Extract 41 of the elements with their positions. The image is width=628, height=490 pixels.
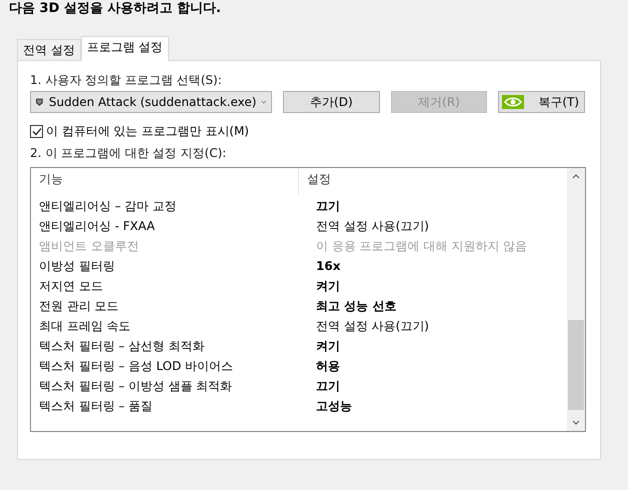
button[interactable]: 복구(T) (498, 91, 586, 113)
setting-value: 전역 설정 사용(끄기) (315, 318, 429, 334)
scroll-thumb[interactable] (568, 320, 584, 410)
chevron-up-icon[interactable] (572, 174, 580, 179)
feature-name: 이방성 필터링 (38, 258, 116, 274)
setting-value: 16x (315, 259, 340, 273)
setting-value: 끄기 (315, 378, 340, 394)
chevron-down-icon[interactable] (572, 420, 580, 425)
column-header[interactable]: 기능 (31, 168, 299, 194)
feature-name: 텍스처 필터링 – 품질 (38, 398, 154, 414)
tab[interactable]: 프로그램 설정 (80, 36, 169, 61)
feature-name: 앤티엘리어싱 - FXAA (38, 218, 156, 234)
setting-value: 켜기 (315, 278, 340, 294)
setting-value: 최고 성능 선호 (315, 298, 396, 314)
eye-logo-icon (502, 95, 524, 109)
feature-name: 텍스처 필터링 – 이방성 샘플 최적화 (38, 378, 234, 394)
checkbox-label: 이 컴퓨터에 있는 프로그램만 표시(M) (46, 122, 249, 140)
chevron-down-icon (261, 99, 267, 105)
checkbox[interactable] (30, 124, 43, 138)
setting-value: 허용 (315, 358, 340, 374)
dropdown-value: Sudden Attack (suddenattack.exe) (48, 95, 256, 109)
scrollbar[interactable] (567, 168, 585, 431)
step-label: 1. 사용자 정의할 프로그램 선택(S): (30, 72, 223, 89)
feature-name: 저지연 모드 (38, 278, 104, 294)
step-label: 2. 이 프로그램에 대한 설정 지정(C): (30, 145, 228, 162)
feature-name: 전원 관리 모드 (38, 298, 120, 314)
column-header[interactable]: 설정 (299, 168, 331, 194)
setting-value: 끄기 (315, 198, 340, 214)
feature-name: 앰비언트 오클루전 (38, 238, 140, 254)
setting-value: 전역 설정 사용(끄기) (315, 218, 429, 234)
feature-name: 최대 프레임 속도 (38, 318, 132, 334)
tab[interactable]: 전역 설정 (17, 39, 81, 60)
feature-name: 텍스처 필터링 – 삼선형 최적화 (38, 338, 206, 354)
setting-value: 고성능 (315, 398, 352, 414)
button[interactable]: 추가(D) (283, 91, 380, 113)
setting-value: 이 응용 프로그램에 대해 지원하지 않음 (315, 238, 528, 254)
feature-name: 앤티엘리어싱 – 감마 교정 (38, 198, 178, 214)
setting-value: 켜기 (315, 338, 340, 354)
heading: 다음 3D 설정을 사용하려고 합니다. (9, 0, 222, 18)
feature-name: 텍스처 필터링 – 음성 LOD 바이어스 (38, 358, 234, 374)
program-dropdown[interactable]: Sudden Attack (suddenattack.exe) (30, 91, 272, 113)
